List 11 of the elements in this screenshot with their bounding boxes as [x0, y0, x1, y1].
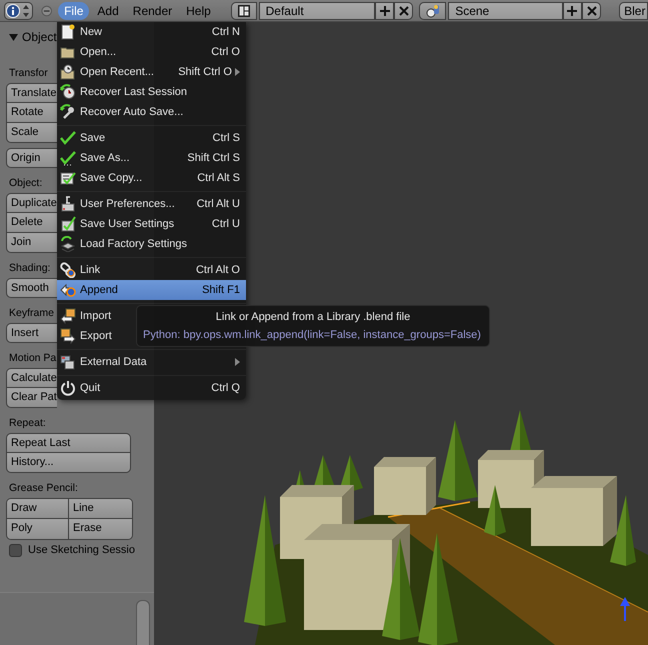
section-label: Shading:: [9, 261, 50, 276]
checkbox-label: Use Sketching Sessio: [28, 544, 135, 556]
section-label: Grease Pencil:: [9, 481, 78, 496]
tooltip-title: Link or Append from a Library .blend file: [216, 310, 410, 325]
section-label: Motion Pa: [9, 351, 56, 366]
section-label: Object:: [9, 176, 42, 191]
section-label: Keyframe: [9, 306, 54, 321]
section-label: Repeat:: [9, 416, 46, 431]
python-command: Python: bpy.ops.wm.link_append(link=False, instance_groups=False): [143, 328, 481, 343]
section-label: Transfor: [9, 66, 48, 81]
panel-title: Object: [22, 30, 57, 44]
